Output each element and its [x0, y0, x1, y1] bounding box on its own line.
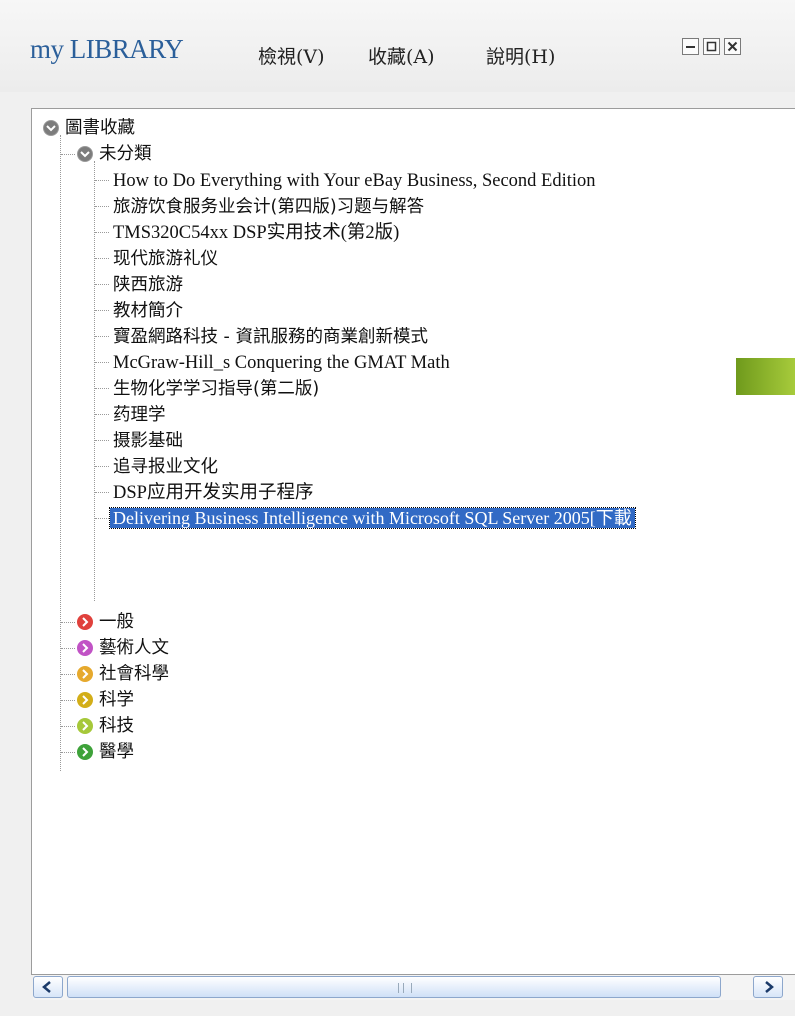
grip-icon	[398, 983, 412, 993]
book-item-label: Delivering Business Intelligence with Mi…	[109, 507, 636, 529]
book-item-label: 药理学	[113, 405, 166, 425]
window-controls	[682, 38, 741, 55]
book-item[interactable]: 追寻报业文化	[110, 453, 221, 479]
book-item-label: How to Do Everything with Your eBay Busi…	[113, 171, 596, 191]
book-item-label: 陕西旅游	[113, 275, 183, 295]
expand-icon[interactable]	[76, 639, 94, 657]
expand-icon[interactable]	[76, 613, 94, 631]
tree-guide	[94, 161, 95, 601]
book-item-label: 追寻报业文化	[113, 457, 218, 477]
book-item[interactable]: How to Do Everything with Your eBay Busi…	[110, 167, 599, 193]
category-label: 科技	[99, 716, 134, 736]
scroll-thumb[interactable]	[67, 976, 721, 998]
expand-icon[interactable]	[76, 691, 94, 709]
book-item[interactable]: 寶盈網路科技 - 資訊服務的商業創新模式	[110, 323, 431, 349]
book-item-label: 旅游饮食服务业会计(第四版)习题与解答	[113, 197, 425, 217]
title-bar: my LIBRARY 檢視(V) 收藏(A) 說明(H)	[0, 0, 795, 92]
expand-icon[interactable]	[76, 665, 94, 683]
library-tree[interactable]: 圖書收藏 未分類 How to Do Everything with Your …	[31, 108, 795, 975]
horizontal-scrollbar[interactable]	[33, 975, 795, 1000]
book-item[interactable]: McGraw-Hill_s Conquering the GMAT Math	[110, 349, 453, 375]
category-label: 一般	[99, 612, 134, 632]
book-item[interactable]: 旅游饮食服务业会计(第四版)习题与解答	[110, 193, 427, 219]
menu-favorites[interactable]: 收藏(A)	[368, 42, 435, 69]
book-item-label: TMS320C54xx DSP实用技术(第2版)	[113, 223, 400, 243]
category-label: 藝術人文	[99, 638, 169, 658]
book-item-label: DSP应用开发实用子程序	[113, 483, 314, 503]
book-item[interactable]: TMS320C54xx DSP实用技术(第2版)	[110, 219, 402, 245]
side-tab-handle[interactable]	[736, 358, 795, 395]
scroll-right-button[interactable]	[753, 976, 783, 998]
book-item[interactable]: 药理学	[110, 401, 169, 427]
book-item-label: 教材簡介	[113, 301, 183, 321]
menu-help[interactable]: 說明(H)	[486, 42, 555, 69]
book-item-label: 生物化学学习指导(第二版)	[113, 379, 320, 399]
book-item-label: McGraw-Hill_s Conquering the GMAT Math	[113, 353, 450, 373]
book-item-label: 寶盈網路科技 - 資訊服務的商業創新模式	[113, 327, 428, 347]
category-label: 醫學	[99, 742, 134, 762]
book-item-label: 摄影基础	[113, 431, 183, 451]
book-item[interactable]: 教材簡介	[110, 297, 186, 323]
arrow-left-icon	[42, 981, 51, 993]
arrow-right-icon	[765, 981, 774, 993]
book-item[interactable]: Delivering Business Intelligence with Mi…	[109, 505, 636, 531]
maximize-icon[interactable]	[703, 38, 720, 55]
category-label: 科学	[99, 690, 134, 710]
scroll-left-button[interactable]	[33, 976, 63, 998]
book-item[interactable]: 生物化学学习指导(第二版)	[110, 375, 322, 401]
collapse-icon[interactable]	[42, 119, 60, 137]
book-item[interactable]: DSP应用开发实用子程序	[110, 479, 316, 505]
tree-node-label: 未分類	[99, 144, 152, 164]
minimize-icon[interactable]	[682, 38, 699, 55]
expand-icon[interactable]	[76, 717, 94, 735]
tree-root-label: 圖書收藏	[65, 118, 135, 138]
category-label: 社會科學	[99, 664, 169, 684]
book-item[interactable]: 现代旅游礼仪	[110, 245, 221, 271]
menu-view[interactable]: 檢視(V)	[258, 42, 325, 69]
collapse-icon[interactable]	[76, 145, 94, 163]
book-item[interactable]: 陕西旅游	[110, 271, 186, 297]
app-title: my LIBRARY	[30, 34, 184, 64]
book-item[interactable]: 摄影基础	[110, 427, 186, 453]
close-icon[interactable]	[724, 38, 741, 55]
expand-icon[interactable]	[76, 743, 94, 761]
book-item-label: 现代旅游礼仪	[113, 249, 218, 269]
tree-guide	[60, 135, 61, 771]
